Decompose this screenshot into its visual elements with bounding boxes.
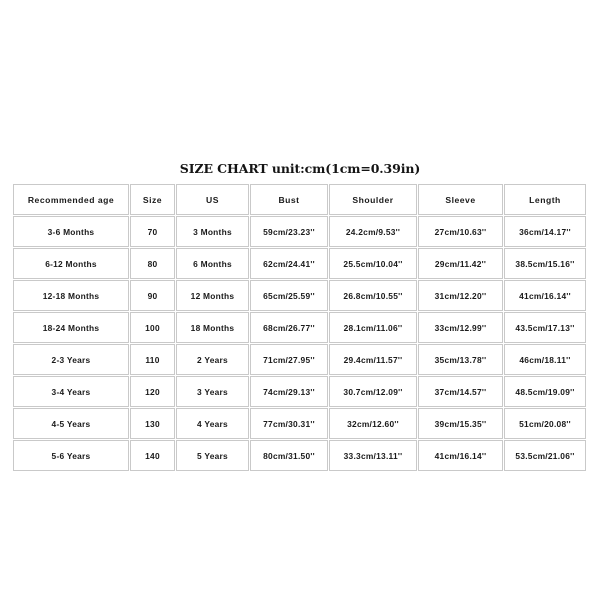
- cell-us: 3 Years: [176, 376, 249, 407]
- cell-bust: 59cm/23.23'': [250, 216, 328, 247]
- cell-sleeve: 31cm/12.20'': [418, 280, 503, 311]
- cell-bust: 77cm/30.31'': [250, 408, 328, 439]
- cell-us: 5 Years: [176, 440, 249, 471]
- cell-shoulder: 30.7cm/12.09'': [329, 376, 417, 407]
- cell-bust: 62cm/24.41'': [250, 248, 328, 279]
- column-header-shoulder: Shoulder: [329, 184, 417, 215]
- cell-length: 46cm/18.11'': [504, 344, 586, 375]
- cell-size: 100: [130, 312, 175, 343]
- cell-recommended-age: 6-12 Months: [13, 248, 129, 279]
- cell-sleeve: 33cm/12.99'': [418, 312, 503, 343]
- cell-shoulder: 28.1cm/11.06'': [329, 312, 417, 343]
- page-title: SIZE CHART unit:cm(1cm=0.39in): [179, 161, 421, 176]
- cell-bust: 71cm/27.95'': [250, 344, 328, 375]
- cell-us: 2 Years: [176, 344, 249, 375]
- cell-shoulder: 25.5cm/10.04'': [329, 248, 417, 279]
- cell-length: 51cm/20.08'': [504, 408, 586, 439]
- size-chart-page: SIZE CHART unit:cm(1cm=0.39in) Recommend…: [0, 0, 600, 600]
- table-header-row: Recommended age Size US Bust Shoulder Sl…: [13, 184, 586, 215]
- cell-length: 43.5cm/17.13'': [504, 312, 586, 343]
- column-header-recommended-age: Recommended age: [13, 184, 129, 215]
- cell-shoulder: 33.3cm/13.11'': [329, 440, 417, 471]
- cell-recommended-age: 18-24 Months: [13, 312, 129, 343]
- table-row: 6-12 Months 80 6 Months 62cm/24.41'' 25.…: [13, 248, 586, 279]
- column-header-length: Length: [504, 184, 586, 215]
- column-header-size: Size: [130, 184, 175, 215]
- cell-sleeve: 37cm/14.57'': [418, 376, 503, 407]
- cell-length: 36cm/14.17'': [504, 216, 586, 247]
- cell-bust: 65cm/25.59'': [250, 280, 328, 311]
- column-header-bust: Bust: [250, 184, 328, 215]
- cell-shoulder: 24.2cm/9.53'': [329, 216, 417, 247]
- cell-sleeve: 41cm/16.14'': [418, 440, 503, 471]
- cell-shoulder: 32cm/12.60'': [329, 408, 417, 439]
- cell-sleeve: 29cm/11.42'': [418, 248, 503, 279]
- cell-shoulder: 26.8cm/10.55'': [329, 280, 417, 311]
- cell-length: 48.5cm/19.09'': [504, 376, 586, 407]
- table-row: 3-4 Years 120 3 Years 74cm/29.13'' 30.7c…: [13, 376, 586, 407]
- table-header: Recommended age Size US Bust Shoulder Sl…: [13, 184, 586, 215]
- table-row: 12-18 Months 90 12 Months 65cm/25.59'' 2…: [13, 280, 586, 311]
- cell-us: 18 Months: [176, 312, 249, 343]
- cell-shoulder: 29.4cm/11.57'': [329, 344, 417, 375]
- table-row: 4-5 Years 130 4 Years 77cm/30.31'' 32cm/…: [13, 408, 586, 439]
- cell-bust: 80cm/31.50'': [250, 440, 328, 471]
- cell-size: 120: [130, 376, 175, 407]
- cell-size: 140: [130, 440, 175, 471]
- cell-recommended-age: 4-5 Years: [13, 408, 129, 439]
- cell-recommended-age: 3-4 Years: [13, 376, 129, 407]
- cell-size: 80: [130, 248, 175, 279]
- cell-sleeve: 35cm/13.78'': [418, 344, 503, 375]
- cell-recommended-age: 3-6 Months: [13, 216, 129, 247]
- table-row: 5-6 Years 140 5 Years 80cm/31.50'' 33.3c…: [13, 440, 586, 471]
- cell-length: 53.5cm/21.06'': [504, 440, 586, 471]
- column-header-sleeve: Sleeve: [418, 184, 503, 215]
- cell-recommended-age: 12-18 Months: [13, 280, 129, 311]
- cell-sleeve: 27cm/10.63'': [418, 216, 503, 247]
- cell-length: 41cm/16.14'': [504, 280, 586, 311]
- cell-bust: 68cm/26.77'': [250, 312, 328, 343]
- cell-size: 90: [130, 280, 175, 311]
- column-header-us: US: [176, 184, 249, 215]
- size-chart-table: Recommended age Size US Bust Shoulder Sl…: [12, 183, 587, 472]
- cell-sleeve: 39cm/15.35'': [418, 408, 503, 439]
- table-row: 18-24 Months 100 18 Months 68cm/26.77'' …: [13, 312, 586, 343]
- cell-size: 130: [130, 408, 175, 439]
- table-row: 3-6 Months 70 3 Months 59cm/23.23'' 24.2…: [13, 216, 586, 247]
- table-body: 3-6 Months 70 3 Months 59cm/23.23'' 24.2…: [13, 216, 586, 471]
- cell-us: 3 Months: [176, 216, 249, 247]
- cell-size: 110: [130, 344, 175, 375]
- cell-size: 70: [130, 216, 175, 247]
- cell-recommended-age: 5-6 Years: [13, 440, 129, 471]
- cell-us: 12 Months: [176, 280, 249, 311]
- cell-length: 38.5cm/15.16'': [504, 248, 586, 279]
- cell-bust: 74cm/29.13'': [250, 376, 328, 407]
- table-row: 2-3 Years 110 2 Years 71cm/27.95'' 29.4c…: [13, 344, 586, 375]
- cell-us: 4 Years: [176, 408, 249, 439]
- cell-us: 6 Months: [176, 248, 249, 279]
- cell-recommended-age: 2-3 Years: [13, 344, 129, 375]
